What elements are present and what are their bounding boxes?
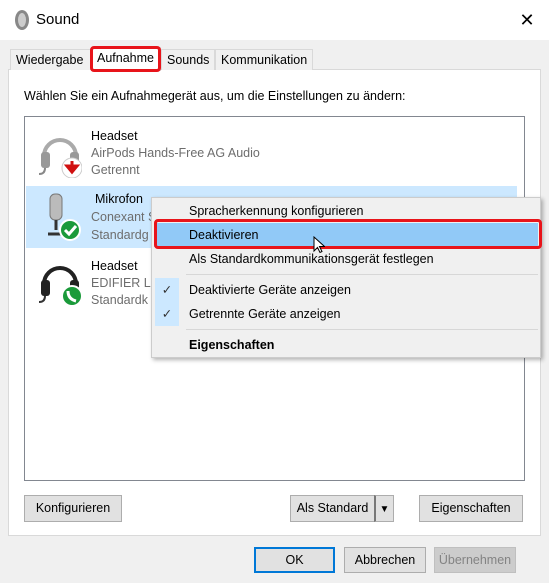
properties-button[interactable]: Eigenschaften	[419, 495, 523, 522]
speaker-icon	[15, 10, 29, 30]
menu-item-deaktivierte-anzeigen[interactable]: Deaktivierte Geräte anzeigen	[154, 278, 538, 302]
instruction-text: Wählen Sie ein Aufnahmegerät aus, um die…	[24, 89, 406, 103]
annotation-highlight-tab	[90, 46, 161, 72]
cancel-button[interactable]: Abbrechen	[344, 547, 426, 573]
tab-sounds[interactable]: Sounds	[161, 49, 215, 70]
menu-separator	[186, 274, 538, 275]
device-item[interactable]: Headset AirPods Hands-Free AG Audio Getr…	[26, 124, 517, 186]
cursor-icon	[313, 236, 325, 254]
headset-icon	[38, 138, 82, 178]
window-title: Sound	[36, 11, 80, 28]
device-name: Mikrofon	[95, 192, 143, 206]
menu-separator	[186, 329, 538, 330]
menu-item-getrennte-anzeigen[interactable]: Getrennte Geräte anzeigen	[154, 302, 538, 326]
menu-item-standardkommunikation[interactable]: Als Standardkommunikationsgerät festlege…	[154, 247, 538, 271]
set-default-button[interactable]: Als Standard	[290, 495, 374, 522]
chevron-down-icon: ▼	[379, 504, 390, 515]
device-description: EDIFIER Lo	[91, 276, 158, 290]
apply-button: Übernehmen	[434, 547, 516, 573]
microphone-icon	[48, 193, 81, 241]
menu-item-eigenschaften[interactable]: Eigenschaften	[154, 333, 538, 357]
close-icon[interactable]: ✕	[515, 8, 539, 32]
tab-kommunikation[interactable]: Kommunikation	[215, 49, 313, 70]
device-status: Standardg	[91, 228, 149, 242]
device-description: Conexant S	[91, 210, 157, 224]
device-name: Headset	[91, 259, 138, 273]
device-status: Getrennt	[91, 163, 140, 177]
device-description: AirPods Hands-Free AG Audio	[91, 146, 260, 160]
ok-button[interactable]: OK	[254, 547, 335, 573]
set-default-dropdown[interactable]: ▼	[374, 495, 394, 522]
device-status: Standardk	[91, 293, 148, 307]
headset-icon	[38, 266, 82, 306]
tab-wiedergabe[interactable]: Wiedergabe	[10, 49, 91, 70]
configure-button[interactable]: Konfigurieren	[24, 495, 122, 522]
title-bar	[0, 0, 549, 40]
device-name: Headset	[91, 129, 138, 143]
annotation-highlight-menu	[154, 219, 542, 249]
